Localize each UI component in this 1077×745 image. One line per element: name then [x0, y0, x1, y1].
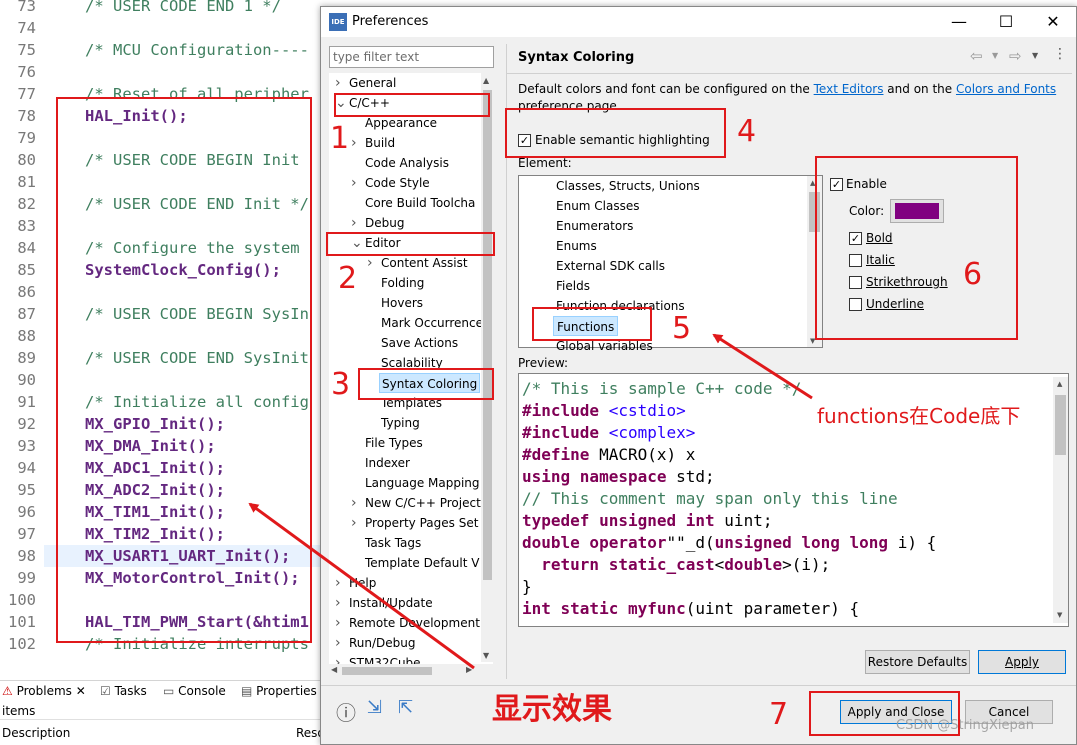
arrow-to-functions — [712, 333, 813, 400]
arrow-to-code — [248, 502, 475, 670]
annotation-arrows — [248, 333, 813, 670]
